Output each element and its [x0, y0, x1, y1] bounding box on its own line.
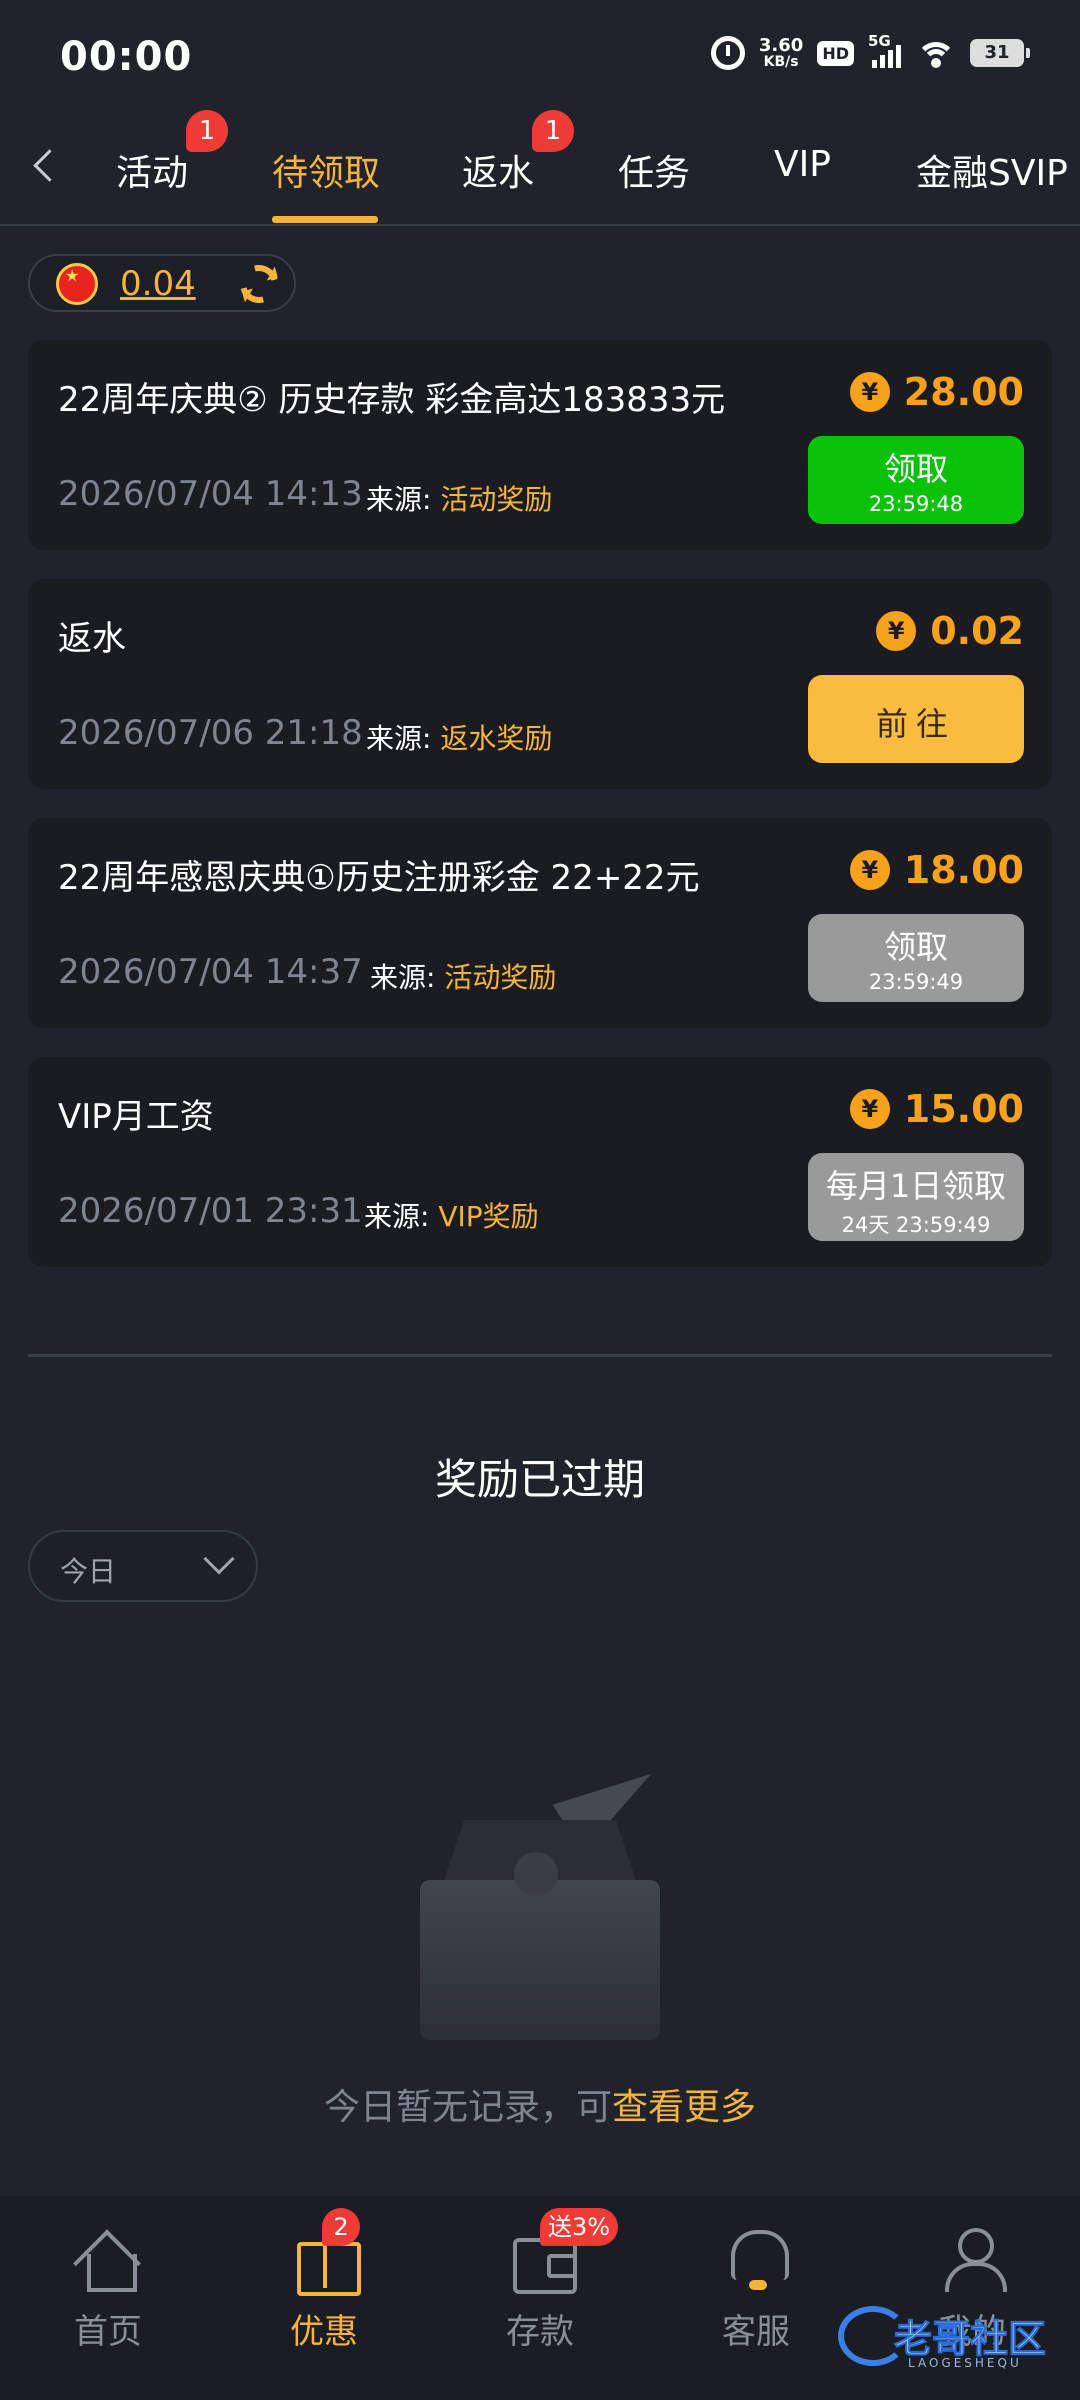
reward-amount-value: 0.02	[930, 609, 1024, 653]
tab-finance-svip[interactable]: 金融SVIP	[916, 144, 1068, 196]
go-button[interactable]: 前往	[808, 675, 1024, 763]
home-icon	[75, 2224, 141, 2292]
reward-title: 22周年庆典② 历史存款 彩金高达183833元	[58, 380, 726, 420]
signal-icon: 5G	[868, 32, 902, 68]
tab-activity-badge: 1	[186, 110, 228, 152]
nav-support[interactable]: 客服	[686, 2224, 826, 2353]
box-knot	[514, 1852, 558, 1896]
status-icons: 3.60 KB/s HD 5G 31	[710, 32, 1030, 70]
tab-tasks[interactable]: 任务	[618, 144, 690, 196]
reward-source-value: 返水奖励	[440, 722, 553, 755]
monthly-claim-button[interactable]: 每月1日领取 24天 23:59:49	[808, 1153, 1024, 1241]
watermark-text: 老哥社区	[893, 2317, 1047, 2362]
net-speed-value: 3.60	[758, 35, 804, 56]
balance-pill: 0.04	[28, 254, 296, 312]
reward-title: 22周年感恩庆典①历史注册彩金 22+22元	[58, 858, 700, 898]
reward-title: VIP月工资	[58, 1097, 214, 1137]
reward-card: VIP月工资 ¥ 15.00 2026/07/01 23:31 来源: VIP奖…	[28, 1057, 1052, 1267]
yen-coin-icon: ¥	[849, 1089, 890, 1129]
reward-amount-value: 18.00	[903, 848, 1024, 892]
nav-deposit-badge: 送3%	[540, 2208, 619, 2246]
reward-source-label: 来源:	[364, 1200, 430, 1233]
reward-source-value: VIP奖励	[438, 1200, 539, 1233]
reward-source-label: 来源:	[366, 722, 432, 755]
reward-date: 2026/07/01 23:31	[58, 1191, 363, 1231]
nav-support-label: 客服	[722, 2312, 790, 2352]
refresh-icon[interactable]	[233, 258, 285, 310]
alarm-icon	[710, 36, 745, 70]
network-type: 5G	[868, 32, 891, 50]
expired-section-title: 奖励已过期	[434, 1455, 645, 1504]
net-speed-unit: KB/s	[763, 54, 799, 70]
china-flag-icon	[56, 263, 98, 305]
tab-activity[interactable]: 活动	[116, 144, 188, 196]
reward-source: 来源: 活动奖励	[370, 956, 556, 996]
tab-pending[interactable]: 待领取	[272, 144, 380, 196]
reward-amount: ¥ 28.00	[849, 370, 1024, 414]
date-filter-dropdown[interactable]: 今日	[28, 1530, 258, 1602]
empty-box-illustration	[410, 1751, 670, 2040]
reward-card: 22周年感恩庆典①历史注册彩金 22+22元 ¥ 18.00 2026/07/0…	[28, 818, 1052, 1028]
yen-coin-icon: ¥	[849, 372, 890, 412]
reward-amount-value: 15.00	[903, 1087, 1024, 1131]
claim-button[interactable]: 领取 23:59:48	[808, 436, 1024, 524]
battery-icon: 31	[970, 39, 1030, 67]
status-bar: 00:00 3.60 KB/s HD 5G 31	[0, 0, 1080, 110]
reward-source-label: 来源:	[370, 961, 436, 994]
reward-amount-value: 28.00	[903, 370, 1024, 414]
reward-source: 来源: 返水奖励	[366, 717, 552, 757]
reward-source: 来源: 活动奖励	[366, 478, 552, 518]
reward-title: 返水	[58, 619, 126, 659]
net-speed: 3.60 KB/s	[758, 35, 804, 70]
reward-card: 22周年庆典② 历史存款 彩金高达183833元 ¥ 28.00 2026/07…	[28, 340, 1052, 550]
reward-source-value: 活动奖励	[440, 483, 553, 516]
nav-deposit-label: 存款	[506, 2312, 574, 2352]
reward-amount: ¥ 15.00	[849, 1087, 1024, 1131]
active-tab-indicator	[272, 216, 378, 223]
reward-date: 2026/07/04 14:37	[58, 952, 363, 992]
tab-vip[interactable]: VIP	[774, 144, 831, 185]
box-icon	[420, 1880, 660, 2040]
reward-date: 2026/07/04 14:13	[58, 474, 363, 514]
watermark-logo: 老哥社区 LAOGESHEQU	[838, 2296, 1064, 2382]
yen-coin-icon: ¥	[876, 611, 917, 651]
tab-rebate[interactable]: 返水	[462, 144, 534, 196]
reward-amount: ¥ 0.02	[876, 609, 1024, 653]
reward-source: 来源: VIP奖励	[364, 1195, 539, 1235]
reward-source-value: 活动奖励	[444, 961, 557, 994]
claim-countdown: 23:59:49	[868, 970, 964, 994]
empty-state-message: 今日暂无记录，可查看更多	[0, 2078, 1080, 2130]
claim-button-label: 领取	[883, 450, 948, 488]
claim-button-label: 领取	[883, 928, 948, 966]
claim-button-disabled[interactable]: 领取 23:59:49	[808, 914, 1024, 1002]
hd-icon: HD	[817, 40, 854, 66]
claim-countdown: 23:59:48	[868, 492, 964, 516]
empty-state-text: 今日暂无记录，可	[323, 2087, 612, 2128]
monthly-claim-label: 每月1日领取	[825, 1167, 1007, 1205]
headset-icon	[723, 2224, 789, 2290]
nav-home-label: 首页	[74, 2312, 142, 2352]
monthly-claim-countdown: 24天 23:59:49	[841, 1213, 991, 1237]
tab-rebate-badge: 1	[532, 110, 574, 152]
reward-date: 2026/07/06 21:18	[58, 713, 363, 753]
date-filter-value: 今日	[60, 1555, 117, 1588]
reward-source-label: 来源:	[366, 483, 432, 516]
section-divider	[28, 1354, 1052, 1357]
nav-home[interactable]: 首页	[38, 2224, 178, 2353]
reward-amount: ¥ 18.00	[849, 848, 1024, 892]
tab-bar: 活动 1 待领取 返水 1 任务 VIP 金融SVIP	[0, 110, 1080, 226]
chevron-down-icon	[203, 1543, 235, 1575]
watermark-subtext: LAOGESHEQU	[908, 2356, 1022, 2370]
reward-card: 返水 ¥ 0.02 2026/07/06 21:18 来源: 返水奖励 前往	[28, 579, 1052, 789]
balance-amount[interactable]: 0.04	[120, 264, 196, 304]
yen-coin-icon: ¥	[849, 850, 890, 890]
go-button-label: 前往	[875, 705, 956, 743]
back-button[interactable]	[26, 142, 66, 188]
wifi-icon	[916, 38, 956, 68]
view-more-link[interactable]: 查看更多	[612, 2087, 756, 2128]
status-time: 00:00	[60, 34, 193, 80]
nav-promotions-label: 优惠	[290, 2312, 358, 2352]
user-icon	[939, 2224, 1007, 2292]
nav-promotions-badge: 2	[322, 2208, 360, 2246]
